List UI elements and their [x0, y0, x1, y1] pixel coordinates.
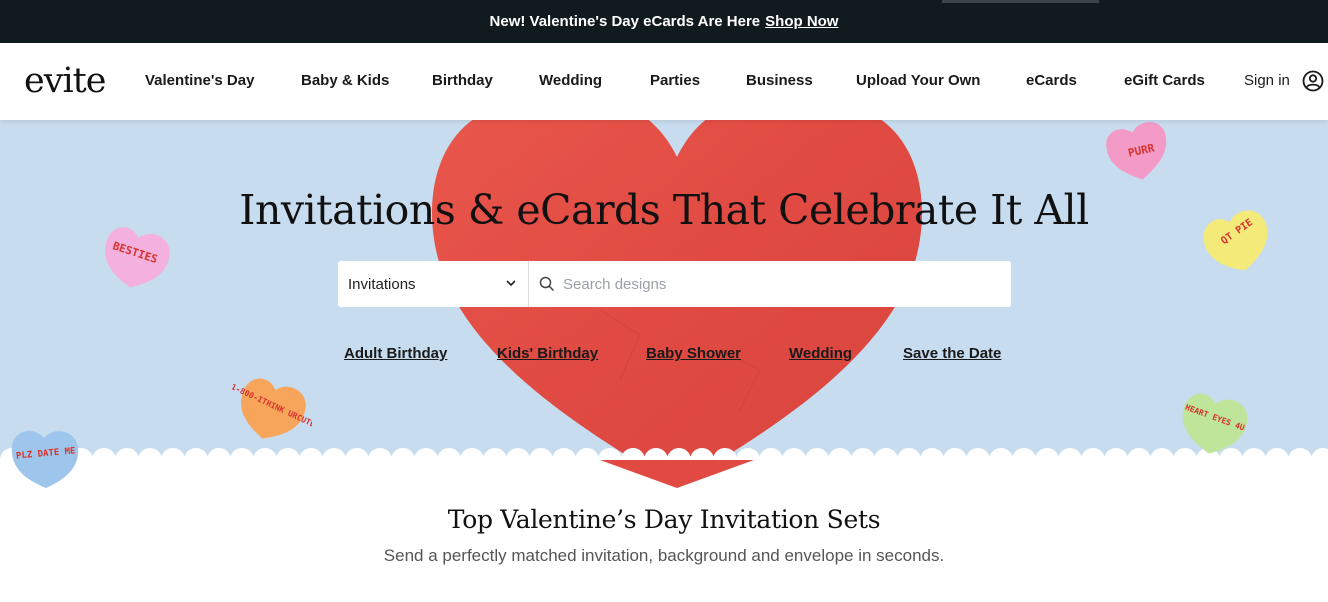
user-circle-icon[interactable] — [1302, 70, 1324, 92]
evite-logo[interactable]: evite — [24, 61, 106, 101]
nav-baby-kids[interactable]: Baby & Kids — [301, 72, 389, 89]
category-select-value: Invitations — [348, 275, 416, 293]
site-header: evite Valentine's Day Baby & Kids Birthd… — [0, 43, 1328, 120]
search-bar: Invitations — [338, 261, 1011, 307]
quick-link-baby-shower[interactable]: Baby Shower — [646, 345, 741, 362]
candy-heart-plz-date-me: PLZ DATE ME — [11, 431, 79, 488]
chevron-down-icon — [506, 280, 516, 287]
candy-heart-qt-pie: QT PIE — [1203, 210, 1268, 271]
search-field — [529, 261, 1011, 307]
nav-upload-your-own[interactable]: Upload Your Own — [856, 72, 980, 89]
nav-egift-cards[interactable]: eGift Cards — [1124, 72, 1205, 89]
quick-link-wedding[interactable]: Wedding — [789, 345, 852, 362]
nav-wedding[interactable]: Wedding — [539, 72, 602, 89]
section-title: Top Valentine’s Day Invitation Sets — [447, 505, 881, 534]
quick-link-kids-birthday[interactable]: Kids' Birthday — [497, 345, 598, 362]
candy-heart-purr: PURR — [1106, 122, 1167, 180]
search-input[interactable] — [563, 275, 963, 293]
candy-heart-1800: 1-800-ITHINK URCUTE — [232, 378, 312, 439]
nav-ecards[interactable]: eCards — [1026, 72, 1077, 89]
promo-bar: New! Valentine's Day eCards Are Here Sho… — [0, 0, 1328, 43]
quick-link-save-the-date[interactable]: Save the Date — [903, 345, 1001, 362]
promo-text: New! Valentine's Day eCards Are Here — [489, 13, 761, 30]
nav-parties[interactable]: Parties — [650, 72, 700, 89]
heart-tip — [600, 460, 754, 488]
nav-business[interactable]: Business — [746, 72, 813, 89]
hero-title: Invitations & eCards That Celebrate It A… — [239, 186, 1089, 234]
section-subtitle: Send a perfectly matched invitation, bac… — [383, 546, 945, 565]
nav-birthday[interactable]: Birthday — [432, 72, 493, 89]
promo-accent-line — [942, 0, 1099, 3]
search-icon — [539, 276, 555, 292]
category-select[interactable]: Invitations — [338, 261, 529, 307]
sign-in-link[interactable]: Sign in — [1244, 72, 1290, 89]
shop-now-link[interactable]: Shop Now — [765, 13, 838, 30]
candy-heart-heart-eyes: HEART EYES 4U — [1182, 393, 1248, 454]
quick-link-adult-birthday[interactable]: Adult Birthday — [344, 345, 447, 362]
nav-valentines-day[interactable]: Valentine's Day — [145, 72, 254, 89]
candy-heart-besties: BESTIES — [105, 227, 170, 288]
